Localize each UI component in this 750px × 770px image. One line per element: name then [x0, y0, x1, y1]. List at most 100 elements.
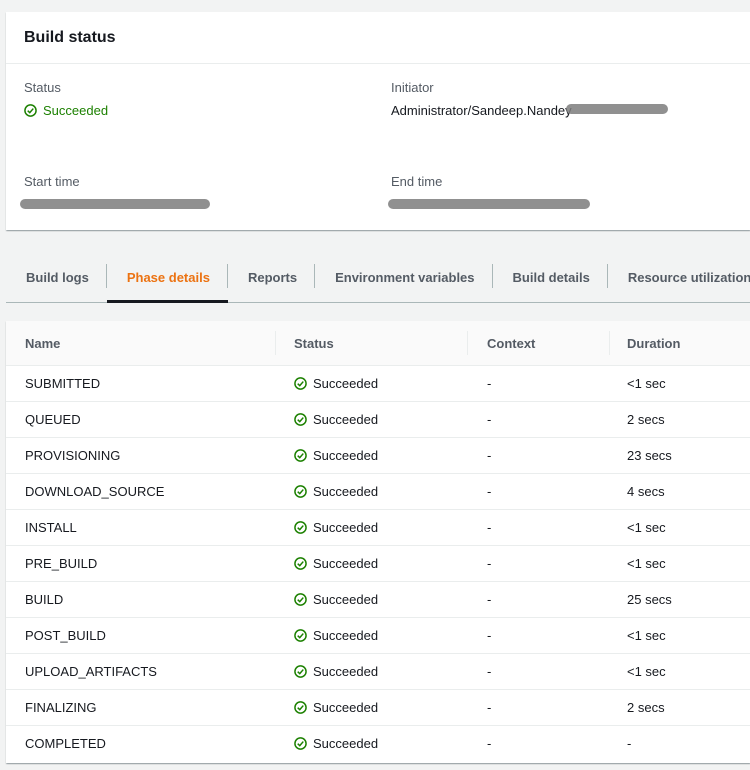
- phase-status: Succeeded: [276, 736, 468, 751]
- phase-duration: 23 secs: [627, 448, 672, 463]
- panel-title: Build status: [6, 12, 750, 64]
- table-body: SUBMITTED Succeeded - <1 sec QUEUED Succeeded…: [6, 366, 750, 761]
- phase-status: Succeeded: [276, 520, 468, 535]
- phase-status: Succeeded: [276, 448, 468, 463]
- tab-resource-utilization[interactable]: Resource utilization: [608, 252, 750, 302]
- success-check-icon: [294, 413, 307, 426]
- phase-duration: 2 secs: [627, 700, 665, 715]
- table-row: INSTALL Succeeded - <1 sec: [6, 510, 750, 546]
- column-header-label: Status: [294, 335, 334, 351]
- phase-context: -: [487, 664, 492, 679]
- phase-name: BUILD: [25, 592, 64, 607]
- phase-name: SUBMITTED: [25, 376, 101, 391]
- tab-label: Environment variables: [335, 269, 475, 285]
- phase-status: Succeeded: [276, 376, 468, 391]
- success-check-icon: [294, 521, 307, 534]
- phase-status-text: Succeeded: [313, 412, 379, 427]
- phase-duration: <1 sec: [627, 520, 666, 535]
- tab-label: Build details: [512, 269, 590, 285]
- table-row: POST_BUILD Succeeded - <1 sec: [6, 618, 750, 654]
- table-row: PRE_BUILD Succeeded - <1 sec: [6, 546, 750, 582]
- phase-duration: -: [627, 736, 632, 751]
- phase-context: -: [487, 700, 492, 715]
- phase-duration: 4 secs: [627, 484, 665, 499]
- phase-status: Succeeded: [276, 664, 468, 679]
- success-check-icon: [294, 377, 307, 390]
- phase-status-text: Succeeded: [313, 376, 379, 391]
- column-header-status[interactable]: Status: [276, 321, 468, 365]
- phase-context: -: [487, 556, 492, 571]
- phase-context: -: [487, 736, 492, 751]
- status-text: Succeeded: [43, 103, 109, 118]
- phase-status-text: Succeeded: [313, 448, 379, 463]
- phase-context: -: [487, 520, 492, 535]
- initiator-text: Administrator/Sandeep.Nandey: [391, 103, 572, 118]
- success-check-icon: [294, 557, 307, 570]
- phase-name: INSTALL: [25, 520, 77, 535]
- phase-status-text: Succeeded: [313, 592, 379, 607]
- table-row: COMPLETED Succeeded - -: [6, 726, 750, 761]
- phase-name: QUEUED: [25, 412, 81, 427]
- tab-label: Reports: [247, 269, 298, 285]
- status-label: Status: [24, 80, 61, 95]
- phase-duration: <1 sec: [627, 376, 666, 391]
- phase-name: PROVISIONING: [25, 448, 121, 463]
- phase-details-table: Name Status Context Duration SUBMITTED Su…: [6, 321, 750, 763]
- phase-context: -: [487, 412, 492, 427]
- detail-tabs: Build logs Phase details Reports Environ…: [6, 252, 750, 303]
- success-check-icon: [24, 104, 37, 117]
- table-row: UPLOAD_ARTIFACTS Succeeded - <1 sec: [6, 654, 750, 690]
- success-check-icon: [294, 449, 307, 462]
- phase-status: Succeeded: [276, 412, 468, 427]
- status-value: Succeeded: [24, 103, 108, 118]
- column-header-label: Name: [25, 335, 61, 351]
- tab-reports[interactable]: Reports: [228, 252, 316, 302]
- phase-status-text: Succeeded: [313, 556, 379, 571]
- phase-name: UPLOAD_ARTIFACTS: [25, 664, 157, 679]
- success-check-icon: [294, 593, 307, 606]
- phase-duration: <1 sec: [627, 628, 666, 643]
- phase-status-text: Succeeded: [313, 700, 379, 715]
- start-time-field: Start time: [24, 174, 80, 189]
- phase-context: -: [487, 484, 492, 499]
- tab-label: Phase details: [126, 269, 210, 285]
- phase-status-text: Succeeded: [313, 484, 379, 499]
- column-header-label: Context: [487, 335, 536, 351]
- phase-status: Succeeded: [276, 556, 468, 571]
- redaction-mark: [20, 199, 210, 209]
- table-row: PROVISIONING Succeeded - 23 secs: [6, 438, 750, 474]
- phase-status: Succeeded: [276, 628, 468, 643]
- success-check-icon: [294, 629, 307, 642]
- tab-phase-details[interactable]: Phase details: [106, 252, 229, 303]
- tab-environment-variables[interactable]: Environment variables: [315, 252, 493, 302]
- table-row: DOWNLOAD_SOURCE Succeeded - 4 secs: [6, 474, 750, 510]
- table-row: BUILD Succeeded - 25 secs: [6, 582, 750, 618]
- column-header-duration[interactable]: Duration: [610, 321, 750, 365]
- phase-duration: 2 secs: [627, 412, 665, 427]
- redaction-mark: [566, 104, 668, 114]
- table-header: Name Status Context Duration: [6, 321, 750, 366]
- tab-build-logs[interactable]: Build logs: [6, 252, 107, 302]
- phase-status-text: Succeeded: [313, 736, 379, 751]
- phase-context: -: [487, 448, 492, 463]
- build-status-panel: Build status Status Succeeded Initiator …: [6, 12, 750, 230]
- success-check-icon: [294, 665, 307, 678]
- phase-context: -: [487, 628, 492, 643]
- phase-name: COMPLETED: [25, 736, 106, 751]
- success-check-icon: [294, 701, 307, 714]
- phase-status: Succeeded: [276, 484, 468, 499]
- phase-status: Succeeded: [276, 700, 468, 715]
- redaction-mark: [388, 199, 590, 209]
- phase-duration: 25 secs: [627, 592, 672, 607]
- table-row: SUBMITTED Succeeded - <1 sec: [6, 366, 750, 402]
- tab-build-details[interactable]: Build details: [493, 252, 608, 302]
- tab-label: Resource utilization: [627, 269, 750, 285]
- initiator-label: Initiator: [391, 80, 434, 95]
- column-header-context[interactable]: Context: [468, 321, 610, 365]
- success-check-icon: [294, 737, 307, 750]
- column-header-name[interactable]: Name: [6, 321, 276, 365]
- phase-status-text: Succeeded: [313, 664, 379, 679]
- phase-duration: <1 sec: [627, 664, 666, 679]
- phase-name: PRE_BUILD: [25, 556, 98, 571]
- initiator-field: Initiator Administrator/Sandeep.Nandey: [391, 80, 572, 118]
